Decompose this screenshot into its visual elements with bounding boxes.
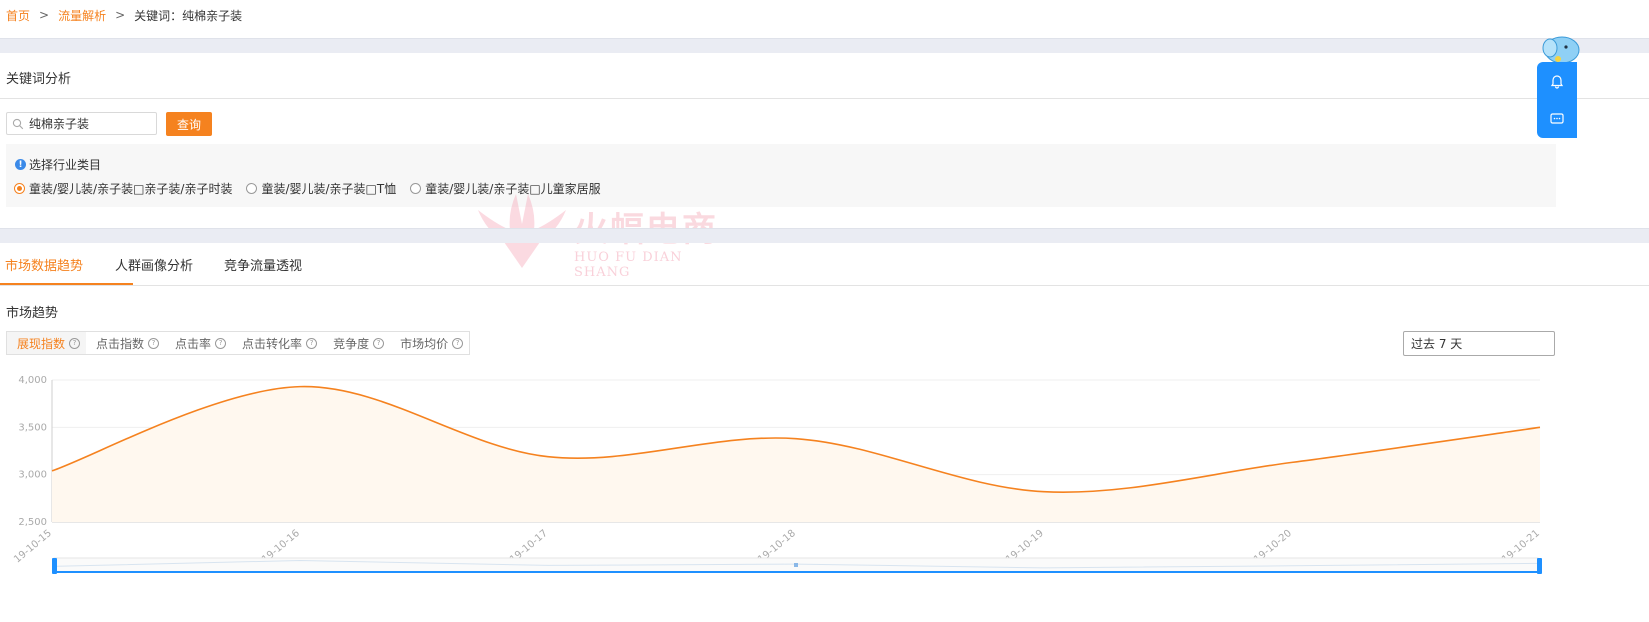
help-icon[interactable]: ? [306,337,318,349]
help-icon[interactable]: ? [373,337,385,349]
metric-tab-ctr[interactable]: 点击率? [165,332,232,354]
search-icon [7,113,29,135]
radio-selected-icon[interactable] [14,183,25,194]
panel-divider [0,98,1649,99]
y-tick-label: 2,500 [18,517,47,528]
industry-option-2[interactable]: 童装/婴儿装/亲子装□T恤 [246,180,396,197]
metric-label: 展现指数 [17,336,66,351]
chat-icon [1550,113,1564,124]
metric-tabs: 展现指数? 点击指数? 点击率? 点击转化率? 竞争度? 市场均价? [6,331,471,355]
breadcrumb-separator: > [115,8,126,22]
metric-tab-conversion[interactable]: 点击转化率? [232,332,323,354]
chat-button[interactable] [1537,100,1577,138]
help-icon[interactable]: ? [69,337,81,349]
notification-button[interactable] [1537,62,1577,100]
section-divider [0,38,1649,53]
industry-selector: ! 选择行业类目 童装/婴儿装/亲子装□亲子装/亲子时装 童装/婴儿装/亲子装□… [6,144,1556,207]
metric-tab-avg-price[interactable]: 市场均价? [390,332,469,354]
keyword-search-box[interactable] [6,112,157,135]
metric-tab-click-index[interactable]: 点击指数? [86,332,165,354]
side-widget [1537,62,1577,138]
tabs-divider [0,285,1649,286]
industry-option-3[interactable]: 童装/婴儿装/亲子装□儿童家居服 [410,180,601,197]
tab-market-trend[interactable]: 市场数据趋势 [5,243,83,285]
metric-label: 市场均价 [400,336,449,351]
industry-option-label: 童装/婴儿装/亲子装□儿童家居服 [425,182,601,196]
breadcrumb-home[interactable]: 首页 [6,7,30,24]
metric-tab-competition[interactable]: 竞争度? [323,332,390,354]
keyword-search-input[interactable] [29,116,149,131]
zoom-slider-grip[interactable] [794,563,798,567]
info-icon: ! [15,159,26,170]
query-button[interactable]: 查询 [166,112,212,136]
industry-options: 童装/婴儿装/亲子装□亲子装/亲子时装 童装/婴儿装/亲子装□T恤 童装/婴儿装… [14,180,615,197]
metric-label: 竞争度 [333,336,370,351]
y-tick-label: 4,000 [18,375,47,386]
market-trend-title: 市场趋势 [6,306,59,321]
help-icon[interactable]: ? [452,337,464,349]
industry-option-label: 童装/婴儿装/亲子装□亲子装/亲子时装 [29,182,233,196]
breadcrumb-separator: > [39,8,50,22]
industry-option-1[interactable]: 童装/婴儿装/亲子装□亲子装/亲子时装 [14,180,232,197]
industry-option-label: 童装/婴儿装/亲子装□T恤 [261,182,397,196]
bell-icon [1550,75,1564,89]
help-icon[interactable]: ? [148,337,160,349]
y-tick-label: 3,500 [18,422,47,433]
tab-competition-traffic[interactable]: 竞争流量透视 [224,243,302,285]
trend-chart: 2,5003,0003,5004,00019-10-15 19-10-16 19-1… [12,375,1542,574]
analysis-tabs: 市场数据趋势 人群画像分析 竞争流量透视 [0,243,1649,286]
radio-icon[interactable] [410,183,422,194]
metric-label: 点击指数 [96,336,145,351]
zoom-slider-handle-right[interactable] [1537,558,1542,574]
series-area [52,386,1540,522]
radio-icon[interactable] [246,183,258,194]
breadcrumb-traffic[interactable]: 流量解析 [58,7,106,24]
breadcrumb: 首页 > 流量解析 > 关键词：纯棉亲子装 [6,6,242,24]
x-tick-label: 19-10-15 [12,528,54,566]
zoom-slider-handle-left[interactable] [52,558,57,574]
metric-tab-impression[interactable]: 展现指数? [7,332,87,354]
y-tick-label: 3,000 [18,470,47,481]
metric-label: 点击转化率 [242,336,303,351]
metric-label: 点击率 [175,336,212,351]
range-select[interactable]: 过去 7 天 [1403,331,1555,356]
tab-crowd-portrait[interactable]: 人群画像分析 [115,243,193,285]
breadcrumb-current: 关键词：纯棉亲子装 [134,8,243,23]
industry-label: 选择行业类目 [29,158,102,172]
keyword-panel-title: 关键词分析 [6,72,72,87]
help-icon[interactable]: ? [215,337,227,349]
section-divider [0,228,1649,243]
